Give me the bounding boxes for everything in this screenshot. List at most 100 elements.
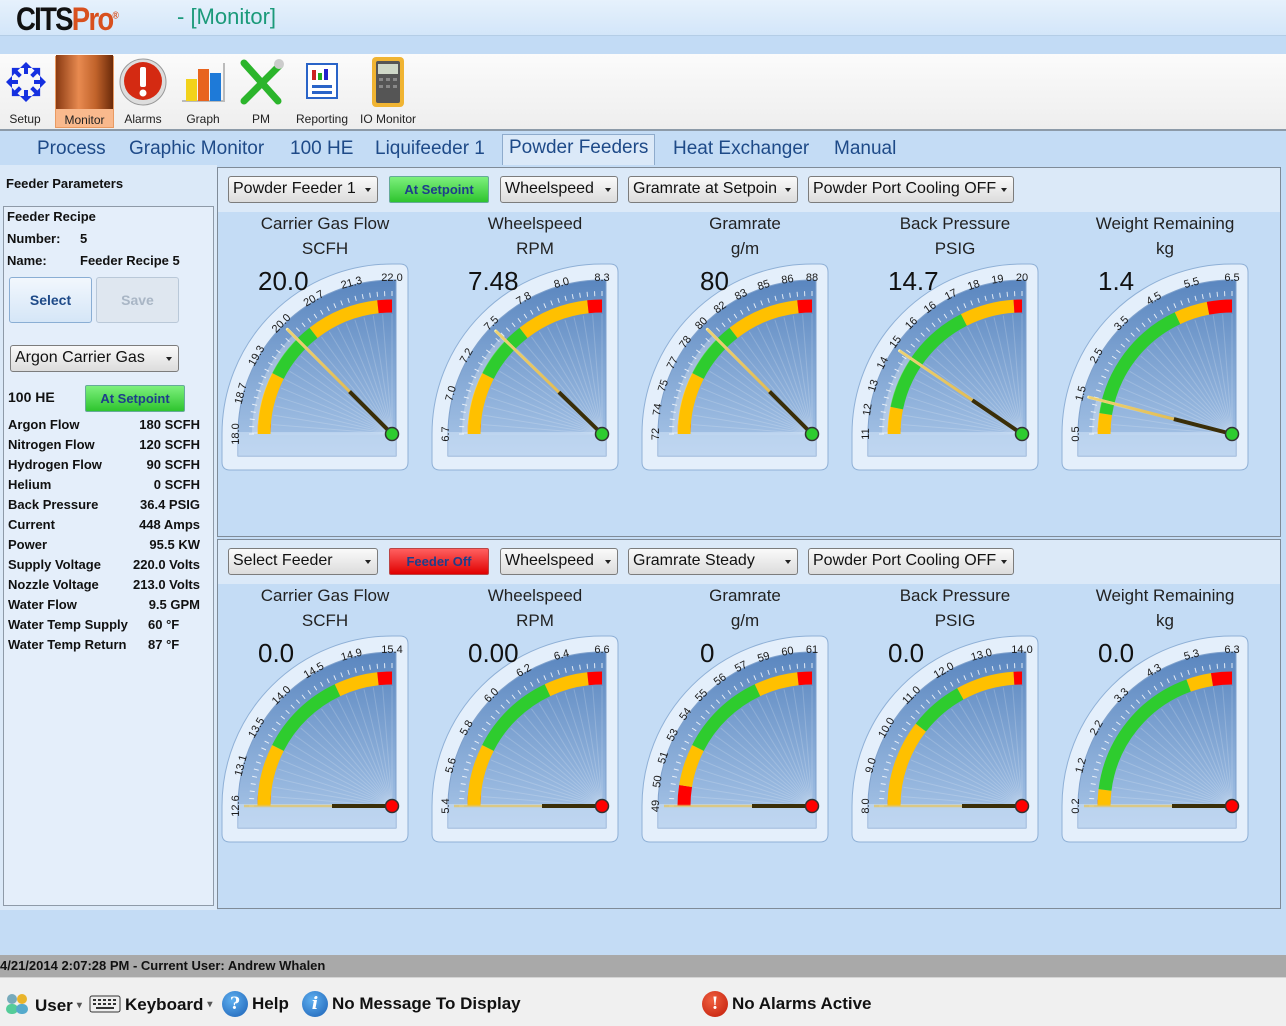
gauge-dial: 5.45.65.86.06.26.4 6.6 — [431, 635, 619, 843]
ribbon-setup-button[interactable]: Setup — [0, 56, 50, 128]
ribbon-toolbar: Setup Monitor Alarms Graph PM Reporting … — [0, 54, 1286, 131]
gauge-tick-label: 0.2 — [1070, 798, 1082, 813]
number-label: Number: — [7, 231, 61, 246]
param-label: Power — [8, 537, 48, 552]
cooling-select[interactable]: Powder Port Cooling OFF — [808, 176, 1014, 203]
feeder-select[interactable]: Powder Feeder 1 — [228, 176, 378, 203]
gauge-range-band — [797, 299, 813, 314]
tab-process[interactable]: Process — [31, 136, 112, 165]
gauge-pivot — [1224, 426, 1240, 442]
mode-select[interactable]: Wheelspeed — [500, 176, 618, 203]
feeder-status-indicator: Feeder Off — [389, 548, 489, 575]
cooling-select[interactable]: Powder Port Cooling OFF — [808, 548, 1014, 575]
status-text: 4/21/2014 2:07:28 PM - Current User: And… — [0, 958, 326, 973]
tab-heat-exchanger[interactable]: Heat Exchanger — [667, 136, 815, 165]
tab-liquifeeder-1[interactable]: Liquifeeder 1 — [369, 136, 491, 165]
gramrate-select[interactable]: Gramrate at Setpoin — [628, 176, 798, 203]
feeder-recipe-box: Feeder Recipe Number: 5 Name: Feeder Rec… — [3, 206, 214, 906]
feeder-panel-1: Powder Feeder 1 At Setpoint Wheelspeed G… — [217, 167, 1281, 537]
chevron-down-icon — [166, 357, 172, 361]
alarm-text: No Alarms Active — [732, 994, 872, 1013]
gramrate-select[interactable]: Gramrate Steady — [628, 548, 798, 575]
gauge-value: 20.0 — [258, 266, 309, 296]
gauge-pivot — [384, 798, 400, 814]
gauge-pivot — [594, 426, 610, 442]
gauge-value: 14.7 — [888, 266, 939, 296]
gauge-tick-label: 8.3 — [594, 272, 609, 284]
gauge-value: 0.0 — [1098, 638, 1135, 668]
gauge-dial: 0.21.22.23.34.35.3 6.3 — [1061, 635, 1249, 843]
bottom-bar: User ▾ Keyboard ▾ ? Help i No Message To… — [0, 977, 1286, 1026]
param-value: 95.5 KW — [149, 537, 200, 552]
ribbon-monitor-button[interactable]: Monitor — [55, 55, 114, 128]
chevron-down-icon — [605, 560, 611, 564]
tab-graphic-monitor[interactable]: Graphic Monitor — [123, 136, 270, 165]
param-value: 448 Amps — [139, 517, 200, 532]
param-value: 36.4 PSIG — [140, 497, 200, 512]
gauge-carrier-gas-flow: Carrier Gas Flow SCFH 18.0 18.7 19.3 20.0 20.7… — [220, 212, 430, 474]
panel-header: Feeder Parameters — [6, 176, 124, 191]
gauge-range-band — [1210, 671, 1233, 687]
help-icon: ? — [222, 991, 248, 1017]
keyboard-menu[interactable]: Keyboard ▾ — [89, 991, 212, 1018]
gauge-weight-remaining: Weight Remaining kg 0.2 1.2 2.2 3.3 4.3 5.3 6.3 0… — [1060, 584, 1270, 846]
gauge-tick-label: 49 — [650, 800, 662, 812]
param-label: Water Flow — [8, 597, 77, 612]
gauge-tick-label: 86 — [781, 273, 795, 287]
ribbon-io-monitor-button[interactable]: IO Monitor — [356, 56, 420, 128]
ribbon-reporting-button[interactable]: Reporting — [294, 56, 350, 128]
param-label: Nozzle Voltage — [8, 577, 99, 592]
ribbon-label: Graph — [186, 112, 220, 126]
feeder-select-value: Powder Feeder 1 — [233, 180, 356, 197]
gauge-pivot — [804, 426, 820, 442]
help-button[interactable]: ? Help — [222, 991, 289, 1017]
param-label: Water Temp Supply — [8, 617, 128, 632]
param-label: Back Pressure — [8, 497, 99, 512]
chevron-down-icon: ▾ — [207, 999, 213, 1010]
alarm-area[interactable]: ! No Alarms Active — [702, 991, 872, 1017]
chevron-down-icon — [1001, 560, 1007, 564]
feeder-select-value: Select Feeder — [233, 552, 333, 569]
ribbon-pm-button[interactable]: PM — [234, 56, 288, 128]
alarm-icon: ! — [702, 991, 728, 1017]
mode-select[interactable]: Wheelspeed — [500, 548, 618, 575]
feeder-select[interactable]: Select Feeder — [228, 548, 378, 575]
tab-100-he[interactable]: 100 HE — [284, 136, 359, 165]
chevron-down-icon — [365, 560, 371, 564]
tab-manual[interactable]: Manual — [828, 136, 902, 165]
ribbon-graph-button[interactable]: Graph — [176, 56, 230, 128]
gauge-dial: 0.51.52.53.54.55.5 6.5 — [1061, 263, 1249, 471]
cooling-select-value: Powder Port Cooling OFF — [813, 180, 997, 197]
feeder-toolbar: Powder Feeder 1 At Setpoint Wheelspeed G… — [218, 168, 1280, 212]
gauge-dial: 111213141516161718 19 20 — [851, 263, 1039, 471]
gauge-tick-label: 15.4 — [381, 644, 402, 656]
gauge-dial: 12.613.113.514.014.514.9 15.4 — [221, 635, 409, 843]
select-recipe-button[interactable]: Select — [9, 277, 92, 323]
gauge-tick-label: 19 — [991, 273, 1005, 287]
param-value: 0 SCFH — [153, 477, 200, 492]
feeder-parameters-panel: Feeder Parameters Feeder Recipe Number: … — [0, 165, 217, 910]
gauge-range-band — [887, 406, 904, 435]
tab-powder-feeders[interactable]: Powder Feeders — [502, 134, 656, 165]
report-icon — [296, 56, 348, 108]
gauge-tick-label: 22.0 — [381, 272, 402, 284]
save-recipe-button[interactable]: Save — [96, 277, 179, 323]
param-label: Hydrogen Flow — [8, 457, 102, 472]
gauge-tick-label: 5.4 — [440, 798, 452, 813]
gauge-value: 0 — [700, 638, 715, 668]
gun-label: 100 HE — [8, 389, 55, 405]
gauge-back-pressure: Back Pressure PSIG 11 12 13 14 15 16 16 17 18 19 20 1… — [850, 212, 1060, 474]
carrier-gas-select[interactable]: Argon Carrier Gas — [10, 345, 179, 372]
gauge-value: 1.4 — [1098, 266, 1135, 296]
gauge-tick-label: 12 — [861, 403, 875, 417]
ribbon-label: IO Monitor — [359, 112, 416, 126]
gauge-dial: 495051535455565759 60 61 — [641, 635, 829, 843]
ribbon-alarms-button[interactable]: Alarms — [116, 56, 170, 128]
gauge-gramrate: Gramrate g/m 72 74 75 77 78 80 82 83 85 86 88 80 — [640, 212, 850, 474]
chevron-down-icon — [365, 188, 371, 192]
param-value: 87 °F — [148, 637, 180, 652]
user-menu[interactable]: User ▾ — [3, 991, 82, 1020]
message-area[interactable]: i No Message To Display — [302, 991, 521, 1017]
param-value: 60 °F — [148, 617, 180, 632]
gauge-wheelspeed: Wheelspeed RPM 5.4 5.6 5.8 6.0 6.2 6.4 6.6 0.00 — [430, 584, 640, 846]
